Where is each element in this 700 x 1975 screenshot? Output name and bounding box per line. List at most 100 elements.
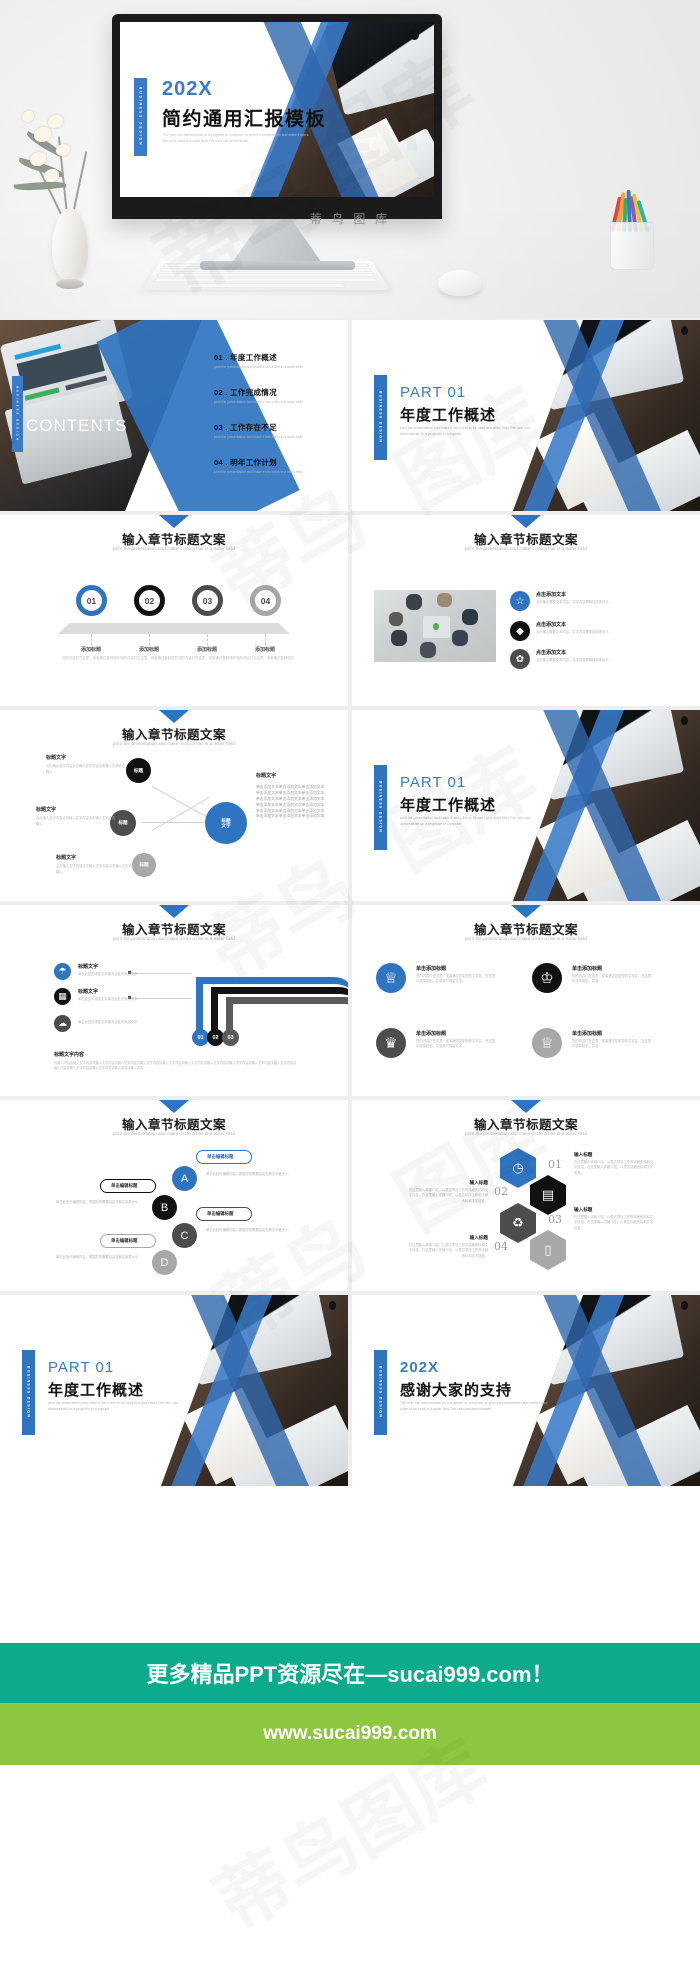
section-subtitle: print the presentation and make it into …: [113, 741, 235, 746]
step-body: 您的内容打在这里，或者通过复制您的: [236, 656, 294, 660]
pipe-footer-head: 标题文字内容: [54, 1052, 85, 1058]
calendar-icon[interactable]: ▤: [530, 1175, 566, 1215]
abcd-body: 单击此处可编辑内容，根据您的需要自由拉伸文本框大小: [56, 1200, 139, 1204]
cover-year: 202X: [162, 78, 213, 100]
cloud-glyph: ☁: [58, 1018, 67, 1028]
footer-tail: 蒂鸟图库: [0, 1765, 700, 1925]
triangle-marker-icon: [159, 905, 189, 918]
contents-item[interactable]: 04 . 明年工作计划 print the presentation and m…: [214, 457, 334, 474]
step-ring[interactable]: 04: [250, 585, 281, 616]
clock-icon[interactable]: ◷: [500, 1148, 536, 1188]
node-body: 点击输入文字内容点击输入文字内容点击输入文字点击输入: [36, 816, 116, 826]
node-body: 点击输入文字内容点击输入文字内容点击输入文字点击输入: [56, 864, 136, 874]
abcd-body: 单击此处可编辑内容，根据您的需要自由拉伸文本框大小: [56, 1255, 139, 1259]
item-head: 点击添加文本: [536, 622, 567, 628]
slide-pipe[interactable]: 输入章节标题文案 print the presentation and make…: [0, 905, 348, 1096]
slide-hexagons[interactable]: 输入章节标题文案 print the presentation and make…: [352, 1100, 700, 1291]
slide-photo-list[interactable]: 输入章节标题文案 print the presentation and make…: [352, 515, 700, 706]
photo-list-item: 点击添加文本 点击输入需要文本内容，文字内容需概括精炼设计…: [536, 649, 628, 663]
mindmap-node[interactable]: 标题: [126, 758, 151, 783]
item-head: 输入标题: [469, 1235, 488, 1240]
crown-item: 单击添加标题 您的内容打在这里，或者通过复制您的文本区，在这里中选择粘贴，并选…: [572, 965, 652, 985]
side-line: 单击添加文本单击添加文本单击添加文本: [256, 802, 325, 807]
part-side-tab-label: BUSINESS DESIGN: [378, 781, 383, 834]
capsule-label: 单击编辑标题: [207, 1211, 234, 1216]
step-ring[interactable]: 01: [76, 585, 107, 616]
item-body: 单击此处可添加文本单击此处可添加文本: [78, 972, 138, 976]
gear-glyph: ✿: [515, 653, 525, 665]
thanks-side-tab: BUSINESS DESIGN: [374, 1350, 387, 1435]
step-number: 01: [86, 595, 97, 606]
promo-banner-primary[interactable]: 更多精品PPT资源尽在—sucai999.com！: [0, 1643, 700, 1703]
slide-steps[interactable]: 输入章节标题文案 print the presentation and make…: [0, 515, 348, 706]
slide-part-01-c[interactable]: BUSINESS DESIGN PART 01 年度工作概述 print the…: [0, 1295, 348, 1486]
promo-banner-primary-label: 更多精品PPT资源尽在—sucai999.com！: [146, 1662, 554, 1687]
steps-platform: [58, 623, 290, 634]
contents-side-tab-label: BUSINESS DESIGN: [15, 386, 20, 442]
abcd-badge[interactable]: A: [172, 1166, 197, 1191]
item-head: 标题文字: [78, 989, 99, 995]
slide-contents[interactable]: BUSINESS DESIGN CONTENTS 01 . 年度工作概述 pri…: [0, 320, 348, 511]
chess-king-icon[interactable]: ♔: [532, 963, 562, 993]
slide-abcd[interactable]: 输入章节标题文案 print the presentation and make…: [0, 1100, 348, 1291]
slide-crowns[interactable]: 输入章节标题文案 print the presentation and make…: [352, 905, 700, 1096]
crown-grey-icon[interactable]: ♕: [532, 1028, 562, 1058]
item-head: 单击添加标题: [572, 1031, 603, 1037]
contents-item[interactable]: 01 . 年度工作概述 print the presentation and m…: [214, 352, 334, 369]
umbrella-icon[interactable]: ☂: [54, 963, 71, 980]
slide-part-01-a[interactable]: BUSINESS DESIGN PART 01 年度工作概述 print the…: [352, 320, 700, 511]
part-title: 年度工作概述: [400, 407, 497, 424]
slide-part-01-b[interactable]: BUSINESS DESIGN PART 01 年度工作概述 print the…: [352, 710, 700, 901]
contents-item[interactable]: 02 . 工作完成情况 print the presentation and m…: [214, 387, 334, 404]
abcd-badge[interactable]: B: [152, 1195, 177, 1220]
part-title: 年度工作概述: [48, 1382, 145, 1399]
hex-item: 输入标题 在这里输入详细介绍，以表达项目工作的详细资料和文字信息。在这里输入详细…: [406, 1235, 488, 1259]
contents-item-num: 02 .: [214, 388, 228, 397]
slide-row: 输入章节标题文案 print the presentation and make…: [0, 905, 700, 1096]
side-head: 标题文字: [256, 773, 277, 779]
node-chip: 标题: [133, 767, 144, 773]
part-side-tab: BUSINESS DESIGN: [374, 765, 387, 850]
cover-desc: The user can demonstrate on a projector …: [163, 133, 309, 144]
step-ring[interactable]: 02: [134, 585, 165, 616]
grid-icon[interactable]: ▦: [54, 988, 71, 1005]
item-body: 您的内容打在这里，或者通过复制您的文本区，在这里中选择粘贴，并选择只保留文字。: [416, 1039, 496, 1049]
diamond-icon[interactable]: ◆: [510, 621, 530, 641]
contents-item-label: 工作完成情况: [230, 388, 277, 397]
cloud-icon[interactable]: ☁: [54, 1015, 71, 1032]
pipe-item: 标题文字 单击此处可添加文本单击此处可添加文本: [78, 988, 170, 1002]
pill-number: 01: [197, 1034, 204, 1041]
contents-item[interactable]: 03 . 工作存在不足 print the presentation and m…: [214, 422, 334, 439]
gear-icon[interactable]: ✿: [510, 649, 530, 669]
umbrella-glyph: ☂: [58, 966, 67, 976]
badge-letter: C: [180, 1229, 189, 1242]
mindmap-center[interactable]: 标题 文字: [205, 802, 247, 844]
star-icon[interactable]: ☆: [510, 591, 530, 611]
section-subtitle: print the presentation and make it into …: [113, 936, 235, 941]
item-body: 点击输入需要文本内容，文字内容需概括精炼设计…: [536, 658, 612, 662]
item-head: 标题文字: [78, 964, 99, 970]
abcd-badge[interactable]: D: [152, 1250, 177, 1275]
cover-side-tab-label: BUSINESS DESIGN: [138, 87, 143, 147]
node-head: 标题文字: [56, 855, 77, 861]
hex-number: 03: [548, 1213, 562, 1226]
document-glyph: ▯: [544, 1242, 552, 1257]
recycle-icon[interactable]: ♻: [500, 1203, 536, 1243]
document-icon[interactable]: ▯: [530, 1230, 566, 1270]
pipe-pill[interactable]: 03: [222, 1029, 239, 1046]
side-line: 单击添加文本单击添加文本单击添加文本: [256, 814, 325, 819]
step-ring[interactable]: 03: [192, 585, 223, 616]
crown-outline-icon[interactable]: ♛: [376, 1028, 406, 1058]
imac-monitor: BUSINESS DESIGN 202X 简约通用汇报模板 The user c…: [112, 14, 442, 219]
item-head: 输入标题: [574, 1207, 593, 1212]
slide-thanks[interactable]: BUSINESS DESIGN 202X 感谢大家的支持 The user ca…: [352, 1295, 700, 1486]
slide-row: BUSINESS DESIGN PART 01 年度工作概述 print the…: [0, 1295, 700, 1486]
abcd-badge[interactable]: C: [172, 1223, 197, 1248]
slide-row: 输入章节标题文案 print the presentation and make…: [0, 1100, 700, 1291]
step-number: 02: [144, 595, 155, 606]
section-subtitle: print the presentation and make it into …: [465, 1131, 587, 1136]
promo-banner-secondary[interactable]: www.sucai999.com: [0, 1703, 700, 1765]
crown-filled-icon[interactable]: ♕: [376, 963, 406, 993]
contents-side-tab: BUSINESS DESIGN: [12, 376, 23, 452]
slide-mindmap[interactable]: 输入章节标题文案 print the presentation and make…: [0, 710, 348, 901]
